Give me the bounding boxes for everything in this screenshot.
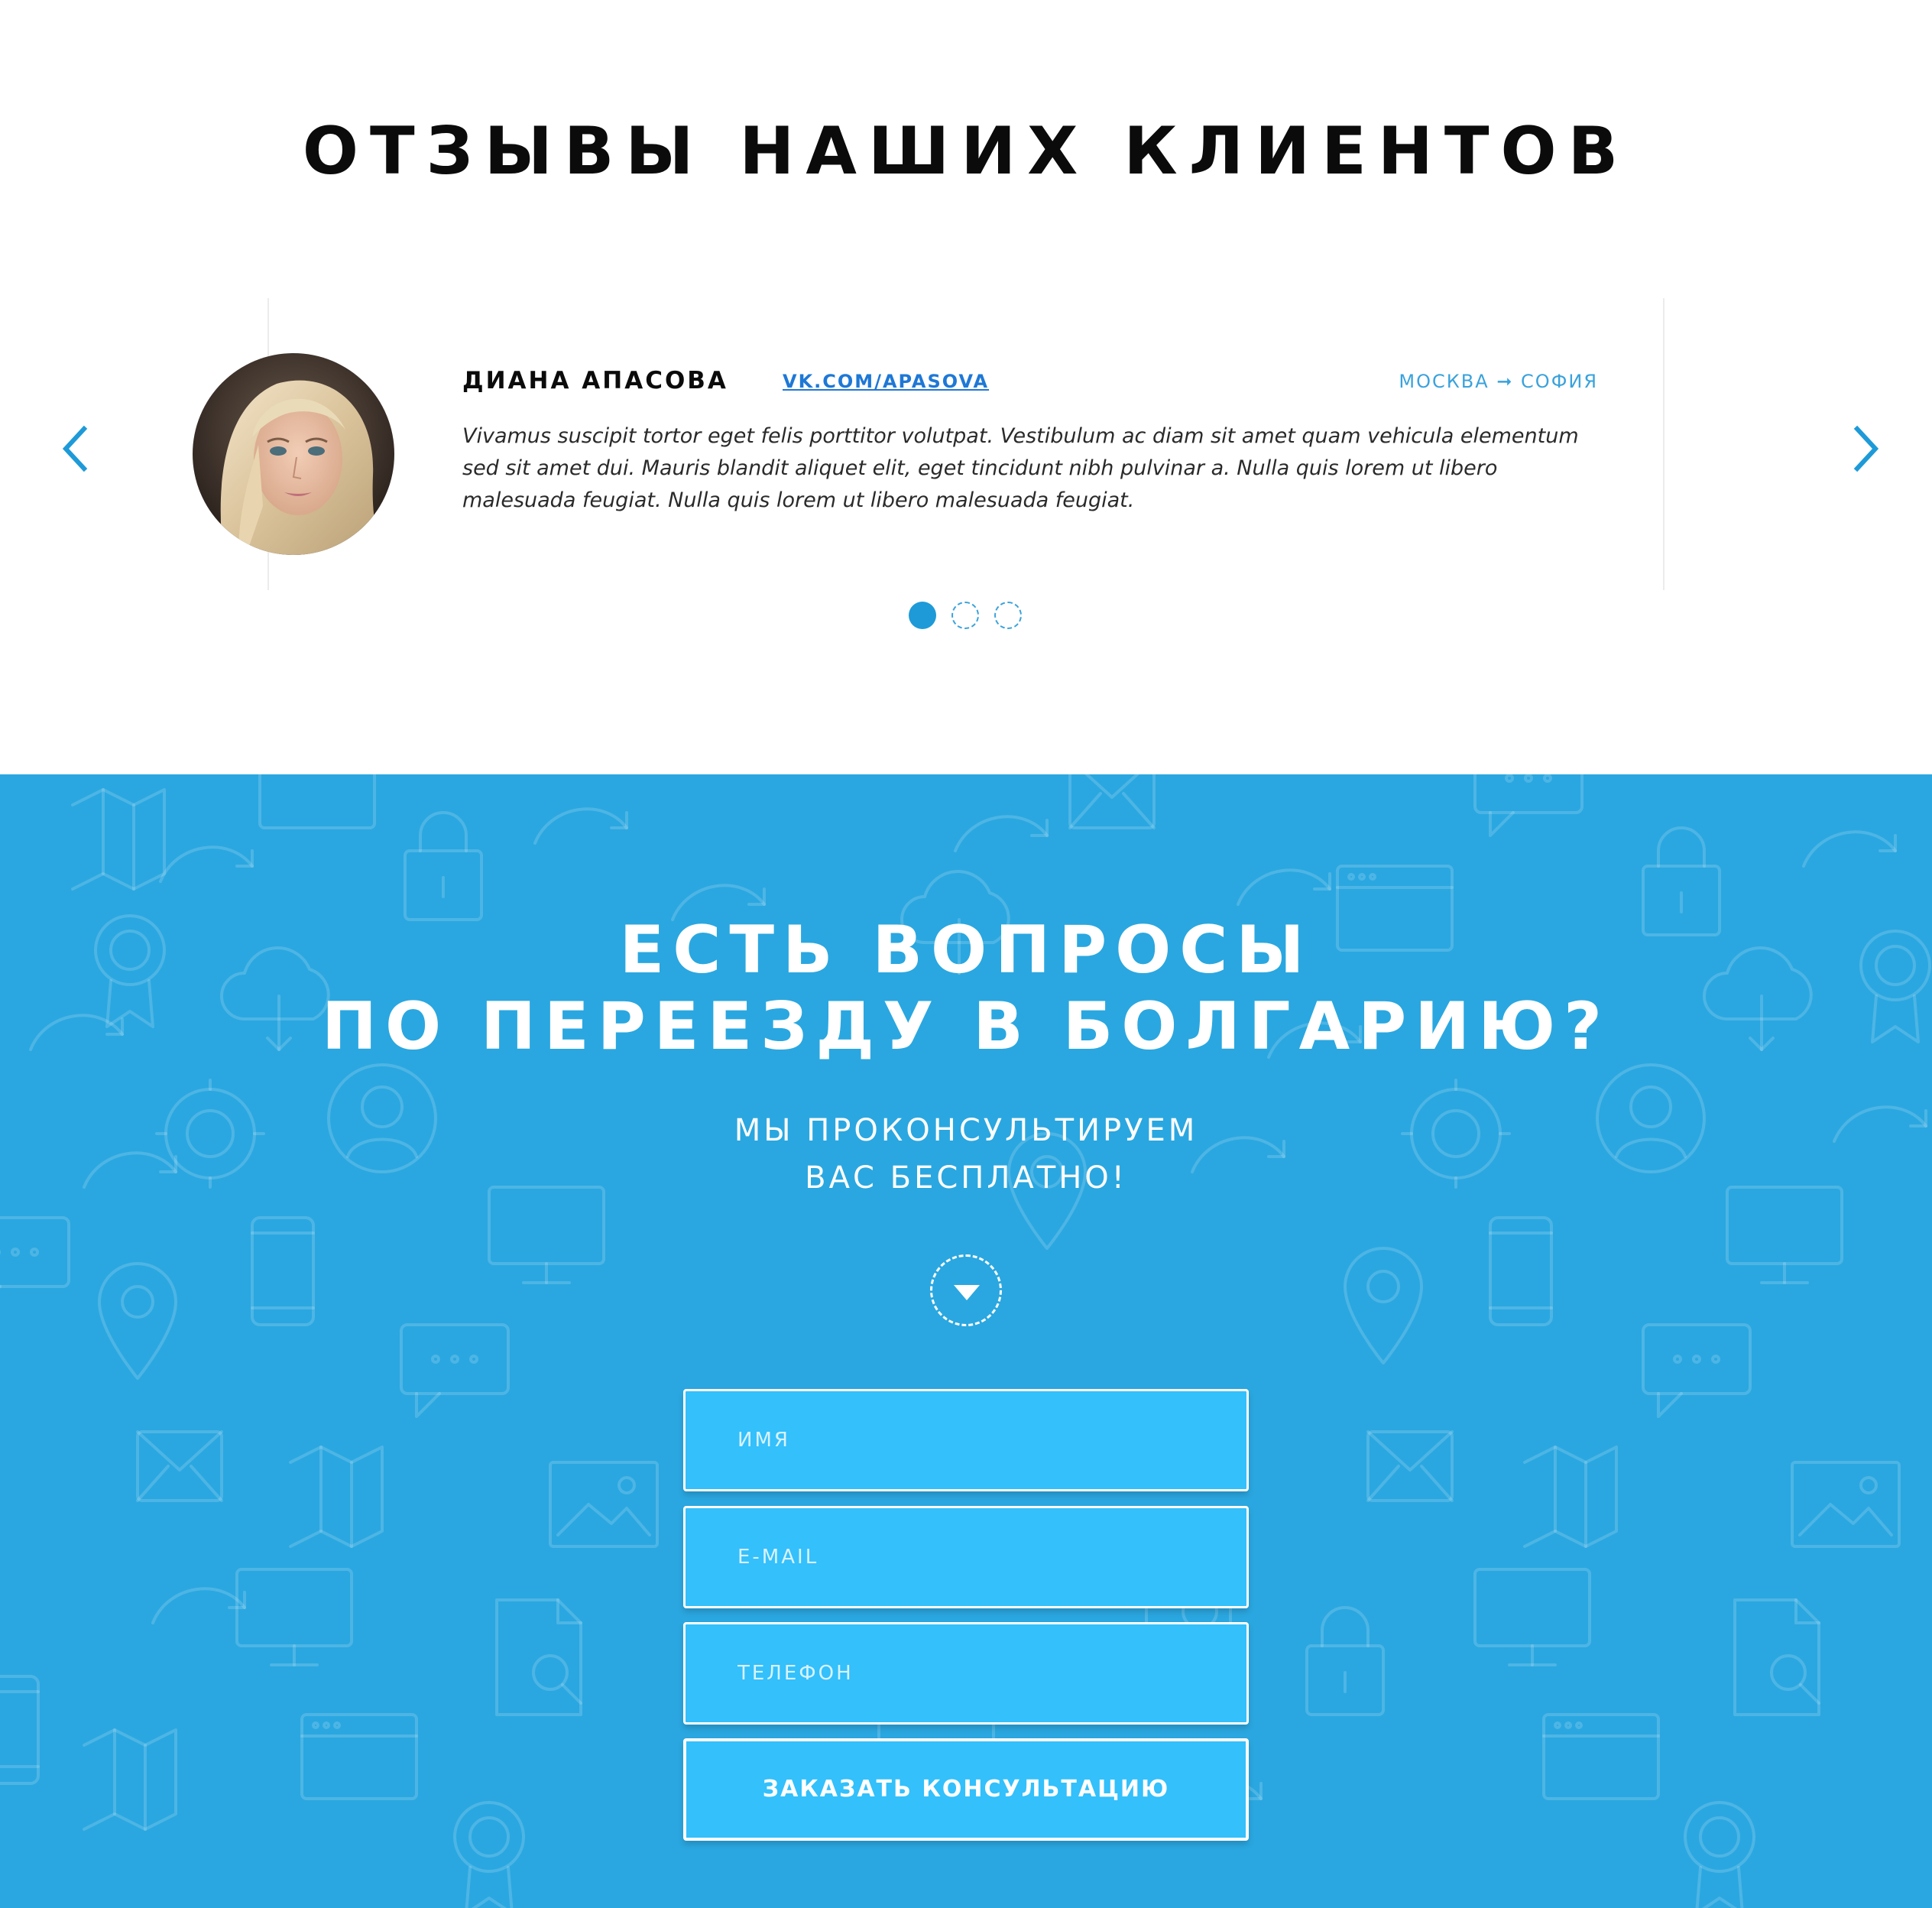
email-field-wrapper [683,1506,1249,1608]
chevron-left-icon [62,425,88,472]
reviewer-profile-link[interactable]: VK.COM/APASOVA [783,369,989,394]
reviews-title: ОТЗЫВЫ НАШИХ КЛИЕНТОВ [302,113,1630,190]
reviews-section: ОТЗЫВЫ НАШИХ КЛИЕНТОВ ДИАНА АПАСОВА VK.C… [0,0,1932,774]
phone-input[interactable] [686,1624,1246,1722]
order-consultation-button[interactable]: ЗАКАЗАТЬ КОНСУЛЬТАЦИЮ [683,1738,1249,1841]
contact-section: ЕСТЬ ВОПРОСЫ ПО ПЕРЕЕЗДУ В БОЛГАРИЮ? МЫ … [0,774,1932,1908]
slider-dot-3[interactable] [994,602,1022,629]
email-input[interactable] [686,1508,1246,1606]
contact-subtitle-line-1: МЫ ПРОКОНСУЛЬТИРУЕМ [734,1113,1198,1148]
reviewer-route: МОСКВА ➞ СОФИЯ [1399,371,1598,392]
slider-prev-button[interactable] [57,424,95,473]
scroll-down-button[interactable] [930,1254,1002,1326]
name-input[interactable] [686,1391,1246,1489]
slider-pagination [909,602,1023,629]
slider-dot-1[interactable] [909,602,936,629]
phone-field-wrapper [683,1622,1249,1725]
reviewer-avatar [193,353,394,555]
slider-next-button[interactable] [1846,424,1885,473]
contact-subtitle-line-2: ВАС БЕСПЛАТНО! [805,1160,1127,1196]
arrow-down-icon [954,1285,980,1300]
contact-title-line-1: ЕСТЬ ВОПРОСЫ [619,912,1313,988]
name-field-wrapper [683,1389,1249,1491]
review-text: Vivamus suscipit tortor eget felis portt… [462,424,1579,512]
contact-title: ЕСТЬ ВОПРОСЫ ПО ПЕРЕЕЗДУ В БОЛГАРИЮ? [0,912,1932,1065]
chevron-right-icon [1853,425,1879,472]
reviewer-name: ДИАНА АПАСОВА [462,367,728,394]
contact-subtitle: МЫ ПРОКОНСУЛЬТИРУЕМ ВАС БЕСПЛАТНО! [0,1107,1932,1202]
slider-dot-2[interactable] [951,602,979,629]
slider-divider-right [1663,298,1665,590]
contact-title-line-2: ПО ПЕРЕЕЗДУ В БОЛГАРИЮ? [322,988,1610,1065]
